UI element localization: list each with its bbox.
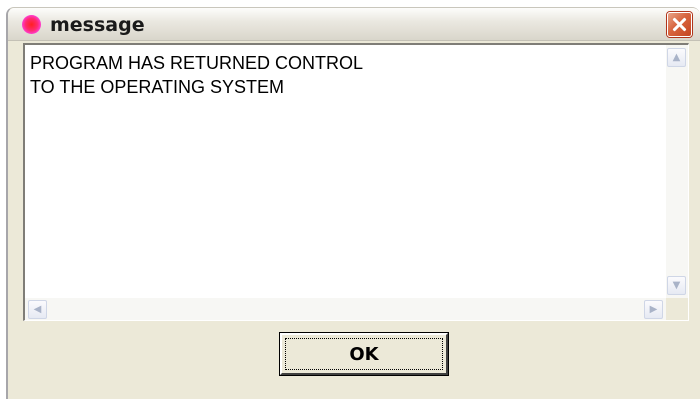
scrollbar-corner — [666, 298, 688, 320]
horizontal-scrollbar[interactable]: ◀ ▶ — [25, 298, 666, 320]
scroll-right-icon[interactable]: ▶ — [644, 300, 663, 319]
ok-button-label: OK — [349, 344, 379, 365]
message-line-2: TO THE OPERATING SYSTEM — [30, 77, 285, 97]
vertical-scrollbar[interactable]: ▲ ▼ — [666, 45, 688, 298]
message-dialog: message PROGRAM HAS RETURNED CONTROL TO … — [6, 7, 700, 399]
close-icon[interactable] — [667, 12, 692, 37]
title-bar[interactable]: message — [8, 8, 700, 41]
window-title: message — [50, 14, 145, 36]
message-line-1: PROGRAM HAS RETURNED CONTROL — [30, 53, 364, 73]
ok-button[interactable]: OK — [280, 333, 448, 375]
scroll-down-icon[interactable]: ▼ — [667, 276, 686, 295]
scroll-up-icon[interactable]: ▲ — [667, 48, 686, 67]
scroll-left-icon[interactable]: ◀ — [28, 300, 47, 319]
message-textarea[interactable]: PROGRAM HAS RETURNED CONTROL TO THE OPER… — [23, 43, 689, 321]
app-icon — [22, 15, 41, 34]
